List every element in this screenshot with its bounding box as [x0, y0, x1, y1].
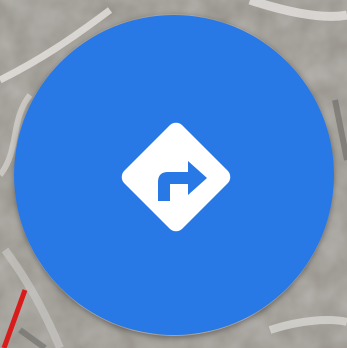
directions-turn-right-icon [14, 15, 334, 335]
directions-button[interactable] [14, 14, 334, 336]
